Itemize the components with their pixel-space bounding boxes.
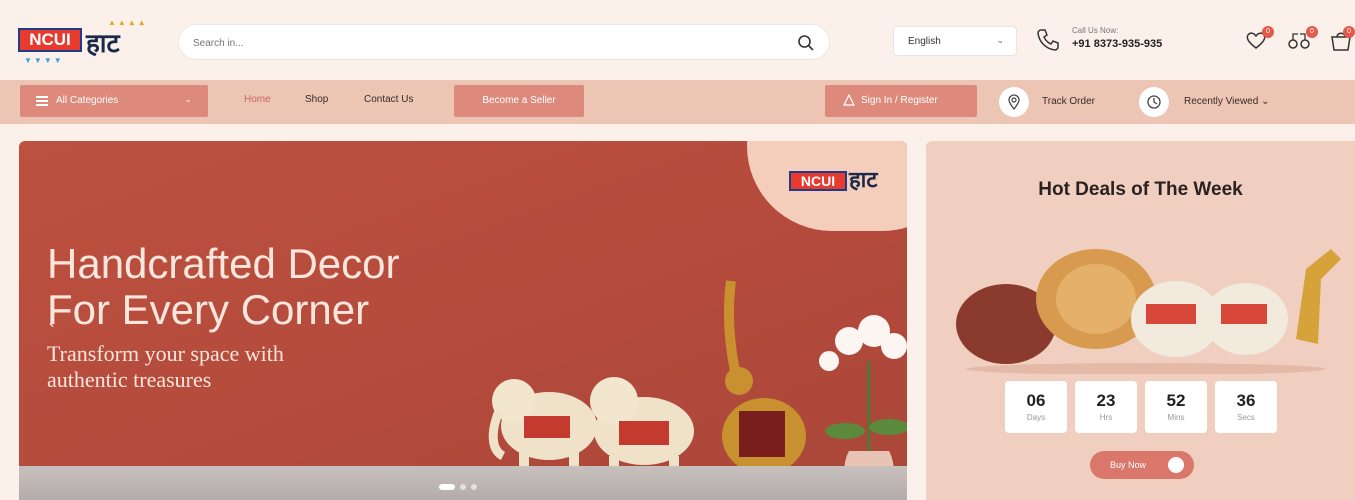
logo-decoration: ▼▼▼▼ [24,56,64,65]
become-seller-button[interactable]: Become a Seller [454,85,584,117]
deal-products-image [956,249,1341,374]
user-icon [843,94,855,106]
slider-dots[interactable] [439,477,482,495]
slider-dot-2[interactable] [460,484,466,490]
sign-in-label: Sign In / Register [861,95,938,106]
chevron-down-icon: ⌄ [184,94,192,104]
nav-link-home[interactable]: Home [244,94,271,105]
hero-logo-ncui: NCUI [789,171,847,191]
hero-title-line2: For Every Corner [47,286,370,333]
countdown-days: 06 Days [1005,381,1067,433]
menu-icon [36,96,48,106]
countdown-minutes: 52 Mins [1145,381,1207,433]
search-input[interactable] [193,33,753,53]
recently-viewed-link[interactable]: Recently Viewed ⌄ [1184,96,1269,107]
recently-viewed-icon-wrap[interactable] [1139,87,1169,117]
hero-title: Handcrafted Decor For Every Corner [47,241,400,333]
countdown-hours-value: 23 [1096,391,1116,410]
countdown-hours: 23 Hrs [1075,381,1137,433]
language-select[interactable]: English ⌄ [893,26,1017,56]
countdown-hours-unit: Hrs [1099,413,1113,422]
hero-subtitle: Transform your space with authentic trea… [47,341,284,393]
nav-link-shop[interactable]: Shop [305,94,328,105]
countdown-seconds: 36 Secs [1215,381,1277,433]
site-header: NCUI हाट ▼▼▼▼ ▲▲▲▲ English ⌄ Call Us Now… [0,0,1355,80]
recently-viewed-label: Recently Viewed [1184,96,1259,107]
prev-slide-icon[interactable]: ‹ [49,315,54,333]
logo-hindi: हाट [86,29,120,59]
hero-banner[interactable]: NCUI हाट Handcrafted Decor For Every Corn… [19,141,907,500]
shop-now-button[interactable]: Buy Now [1090,451,1194,479]
logo-ncui: NCUI [18,28,82,52]
track-order-link[interactable]: Track Order [1042,96,1095,107]
countdown-seconds-value: 36 [1236,391,1256,410]
countdown-minutes-unit: Mins [1167,413,1185,422]
nav-link-contact[interactable]: Contact Us [364,94,413,105]
hero-logo: NCUI हाट [789,168,878,193]
countdown-days-value: 06 [1026,391,1046,410]
slider-dot-1[interactable] [439,484,455,490]
countdown-seconds-unit: Secs [1237,413,1255,422]
arrow-right-icon [1168,457,1184,473]
wishlist-badge: 0 [1262,26,1274,38]
language-value: English [908,36,941,47]
phone-icon [1037,29,1059,51]
compare-badge: 0 [1306,26,1318,38]
chevron-down-icon: ⌄ [996,35,1004,45]
all-categories-label: All Categories [56,95,119,106]
all-categories-button[interactable]: All Categories ⌄ [20,85,208,117]
slider-dot-3[interactable] [471,484,477,490]
hero-logo-hindi: हाट [849,168,878,193]
hot-deals-title: Hot Deals of The Week [1038,179,1243,200]
shop-now-label: Buy Now [1110,460,1147,470]
track-order-icon-wrap[interactable] [999,87,1029,117]
call-us: Call Us Now: +91 8373-935-935 [1072,26,1162,50]
logo-decoration-top: ▲▲▲▲ [108,18,148,27]
search-icon[interactable] [797,34,815,52]
site-logo[interactable]: NCUI हाट ▼▼▼▼ ▲▲▲▲ [18,18,148,65]
call-label: Call Us Now: [1072,26,1119,35]
history-icon [1147,95,1161,109]
hot-deals-panel: Hot Deals of The Week 06 Days 23 Hrs 52 … [926,141,1355,500]
hero-subtitle-line2: authentic treasures [47,367,212,392]
search-bar[interactable] [178,24,830,60]
location-pin-icon [1008,94,1020,110]
elephant-figurines-image [488,280,907,493]
hero-subtitle-line1: Transform your space with [47,341,284,366]
call-number[interactable]: +91 8373-935-935 [1072,38,1162,50]
cart-badge: 0 [1343,26,1355,38]
countdown-days-unit: Days [1026,413,1046,422]
countdown-minutes-value: 52 [1166,391,1186,410]
hero-title-line1: Handcrafted Decor [47,240,400,287]
sign-in-button[interactable]: Sign In / Register [825,85,977,117]
